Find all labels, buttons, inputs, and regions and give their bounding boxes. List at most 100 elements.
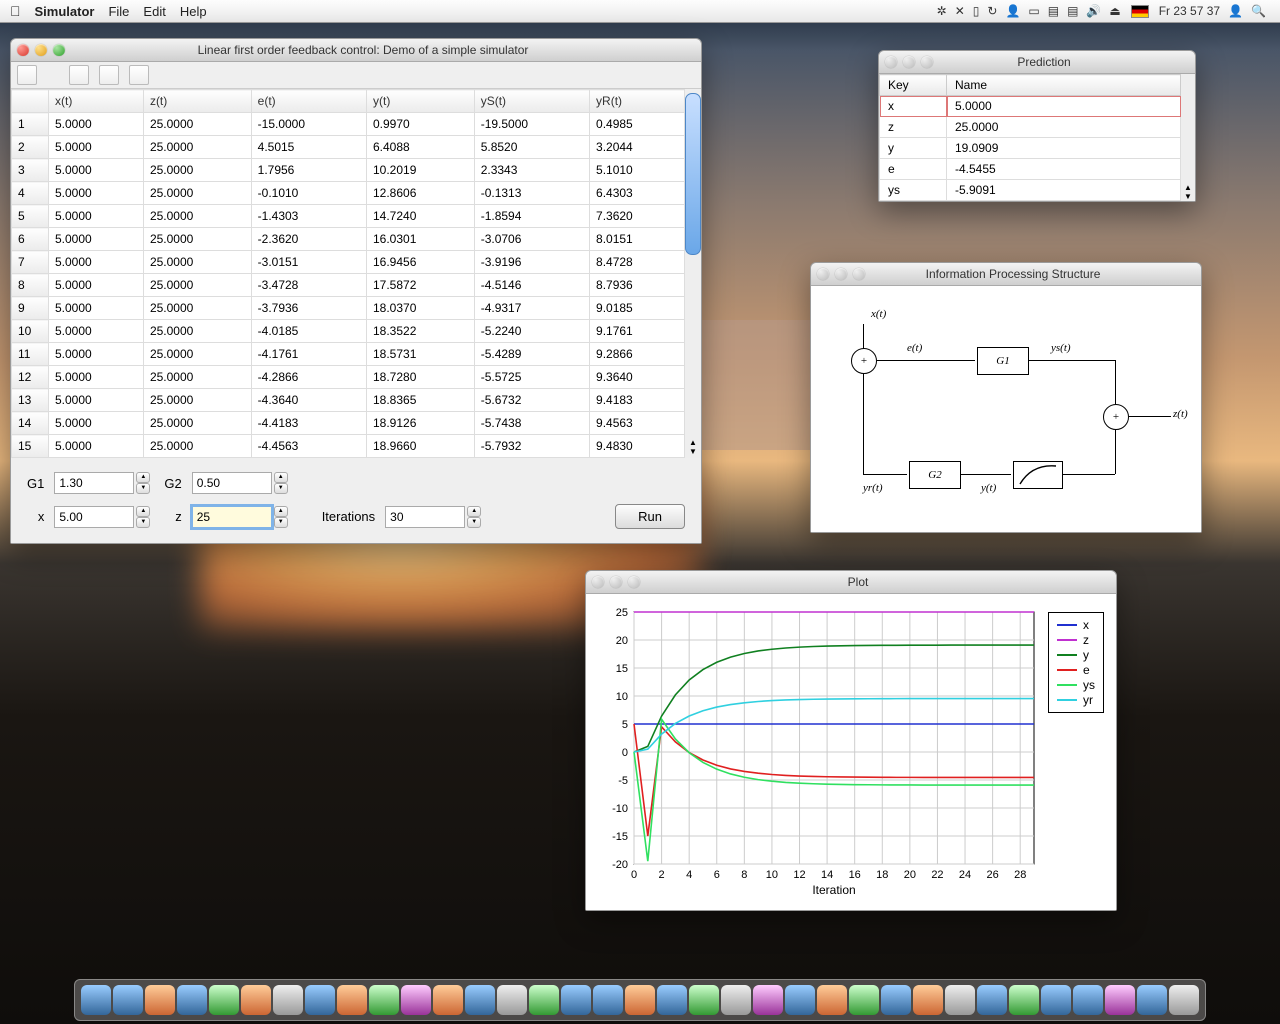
z-stepper[interactable]: ▲▼ — [192, 506, 292, 528]
sum-node-icon: + — [851, 348, 877, 374]
plot-area[interactable]: 0246810121416182022242628-20-15-10-50510… — [586, 594, 1116, 910]
dock-item[interactable] — [433, 985, 463, 1015]
simulator-window: Linear first order feedback control: Dem… — [10, 38, 702, 544]
dock-item[interactable] — [529, 985, 559, 1015]
zoom-icon[interactable] — [628, 576, 640, 588]
minimize-icon[interactable] — [35, 44, 47, 56]
dock[interactable] — [74, 979, 1206, 1021]
input-flag-de[interactable] — [1131, 5, 1149, 18]
titlebar[interactable]: Plot — [586, 571, 1116, 594]
dock-item[interactable] — [401, 985, 431, 1015]
scroll-arrow-up-icon[interactable]: ▲ — [1184, 183, 1192, 192]
dock-item[interactable] — [177, 985, 207, 1015]
spotlight-icon[interactable]: 🔍 — [1251, 4, 1266, 18]
dock-item[interactable] — [1009, 985, 1039, 1015]
dock-item[interactable] — [945, 985, 975, 1015]
x-stepper[interactable]: ▲▼ — [54, 506, 154, 528]
dock-item[interactable] — [625, 985, 655, 1015]
z-label: z — [164, 509, 181, 524]
close-icon[interactable] — [817, 268, 829, 280]
dock-item[interactable] — [497, 985, 527, 1015]
dock-item[interactable] — [721, 985, 751, 1015]
dock-item[interactable] — [369, 985, 399, 1015]
dock-item[interactable] — [561, 985, 591, 1015]
menuextra-icon[interactable]: ✕ — [955, 4, 965, 18]
dock-item[interactable] — [465, 985, 495, 1015]
plot-window: Plot 0246810121416182022242628-20-15-10-… — [585, 570, 1117, 911]
svg-text:-15: -15 — [612, 831, 628, 843]
dock-item[interactable] — [1169, 985, 1199, 1015]
clock[interactable]: Fr 23 57 37 — [1159, 4, 1220, 18]
new-doc-icon[interactable] — [17, 65, 37, 85]
user-icon[interactable]: 👤 — [1228, 4, 1243, 18]
close-icon[interactable] — [885, 56, 897, 68]
menuextra-icon[interactable]: ▤ — [1067, 4, 1078, 18]
menu-help[interactable]: Help — [180, 4, 207, 19]
dock-item[interactable] — [81, 985, 111, 1015]
apple-menu[interactable]:  — [10, 3, 21, 19]
dock-item[interactable] — [689, 985, 719, 1015]
minimize-icon[interactable] — [835, 268, 847, 280]
svg-text:4: 4 — [686, 869, 692, 881]
menuextra-icon[interactable]: ▤ — [1048, 4, 1059, 18]
svg-text:10: 10 — [766, 869, 778, 881]
zoom-icon[interactable] — [53, 44, 65, 56]
dock-item[interactable] — [1105, 985, 1135, 1015]
data-table[interactable]: x(t)z(t)e(t)y(t)yS(t)yR(t)15.000025.0000… — [11, 89, 685, 458]
dock-item[interactable] — [817, 985, 847, 1015]
app-name[interactable]: Simulator — [35, 4, 95, 19]
scrollbar-thumb[interactable] — [685, 93, 701, 255]
menuextra-icon[interactable]: ↻ — [987, 4, 997, 18]
minimize-icon[interactable] — [610, 576, 622, 588]
copy-icon[interactable] — [69, 65, 89, 85]
volume-icon[interactable]: 🔊 — [1086, 4, 1101, 18]
dock-item[interactable] — [849, 985, 879, 1015]
dock-item[interactable] — [881, 985, 911, 1015]
dock-item[interactable] — [1041, 985, 1071, 1015]
zoom-icon[interactable] — [921, 56, 933, 68]
dock-item[interactable] — [1073, 985, 1103, 1015]
dock-item[interactable] — [913, 985, 943, 1015]
g2-stepper[interactable]: ▲▼ — [192, 472, 292, 494]
dock-item[interactable] — [657, 985, 687, 1015]
menuextra-icon[interactable]: ▯ — [973, 4, 980, 18]
menu-edit[interactable]: Edit — [143, 4, 165, 19]
dock-item[interactable] — [977, 985, 1007, 1015]
g1-block: G1 — [977, 347, 1029, 375]
dock-item[interactable] — [113, 985, 143, 1015]
dock-item[interactable] — [209, 985, 239, 1015]
iterations-stepper[interactable]: ▲▼ — [385, 506, 485, 528]
dock-item[interactable] — [273, 985, 303, 1015]
menu-file[interactable]: File — [108, 4, 129, 19]
dock-item[interactable] — [305, 985, 335, 1015]
eject-icon[interactable]: ⏏ — [1109, 4, 1120, 18]
zoom-icon[interactable] — [853, 268, 865, 280]
dock-item[interactable] — [145, 985, 175, 1015]
close-icon[interactable] — [592, 576, 604, 588]
prediction-table[interactable]: KeyNamex5.0000z25.0000y19.0909e-4.5455ys… — [879, 74, 1181, 201]
svg-text:6: 6 — [714, 869, 720, 881]
dock-item[interactable] — [753, 985, 783, 1015]
dock-item[interactable] — [593, 985, 623, 1015]
close-icon[interactable] — [17, 44, 29, 56]
run-button[interactable]: Run — [615, 504, 685, 529]
menuextra-icon[interactable]: ✲ — [937, 4, 947, 18]
dock-item[interactable] — [1137, 985, 1167, 1015]
save-icon[interactable] — [99, 65, 119, 85]
titlebar[interactable]: Prediction — [879, 51, 1195, 74]
g1-stepper[interactable]: ▲▼ — [54, 472, 154, 494]
dock-item[interactable] — [337, 985, 367, 1015]
svg-text:24: 24 — [959, 869, 971, 881]
svg-text:0: 0 — [631, 869, 637, 881]
dock-item[interactable] — [241, 985, 271, 1015]
minimize-icon[interactable] — [903, 56, 915, 68]
dock-item[interactable] — [785, 985, 815, 1015]
titlebar[interactable]: Linear first order feedback control: Dem… — [11, 39, 701, 62]
menuextra-icon[interactable]: ▭ — [1028, 4, 1039, 18]
menuextra-icon[interactable]: 👤 — [1005, 4, 1020, 18]
scroll-arrow-up-icon[interactable]: ▲ — [689, 438, 697, 447]
titlebar[interactable]: Information Processing Structure — [811, 263, 1201, 286]
scroll-arrow-down-icon[interactable]: ▼ — [1184, 192, 1192, 201]
export-icon[interactable] — [129, 65, 149, 85]
scroll-arrow-down-icon[interactable]: ▼ — [689, 447, 697, 456]
